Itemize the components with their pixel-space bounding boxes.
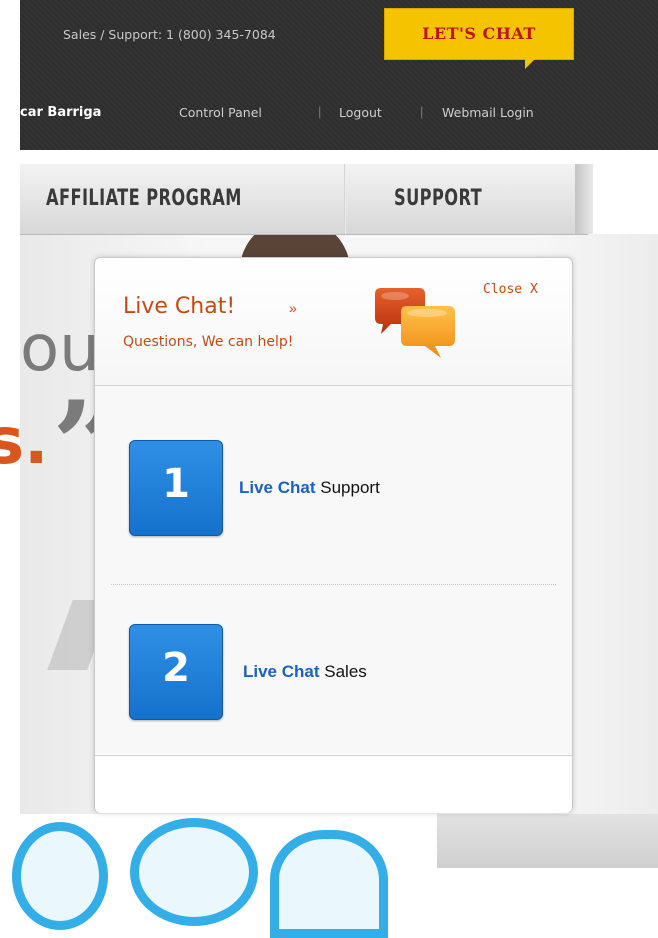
live-chat-support-option[interactable]: 1 Live Chat Support — [129, 440, 529, 536]
option-label-highlight: Live Chat — [243, 662, 320, 681]
nav-tab-affiliate-program[interactable]: AFFILIATE PROGRAM — [46, 186, 242, 211]
logo-cloud-icon — [270, 830, 388, 938]
popup-footer — [95, 755, 572, 813]
logout-link[interactable]: Logout — [339, 105, 382, 120]
option-label[interactable]: Live Chat Sales — [243, 662, 367, 682]
hero-headline-fragment-accent: s. — [0, 405, 49, 479]
title-arrow-icon: » — [289, 300, 297, 316]
main-nav: AFFILIATE PROGRAM SUPPORT — [20, 164, 588, 235]
lets-chat-button[interactable]: LET'S CHAT — [384, 8, 574, 69]
user-name: car Barriga — [20, 105, 102, 120]
page-edge — [0, 0, 20, 232]
link-separator: | — [420, 104, 424, 119]
phone-number-text: Sales / Support: 1 (800) 345-7084 — [63, 27, 276, 42]
option-number: 1 — [162, 461, 190, 507]
option-number-badge: 1 — [129, 440, 223, 536]
option-label-text: Sales — [324, 662, 367, 681]
chat-options-panel: 1 Live Chat Support 2 Live Chat Sales — [95, 386, 572, 754]
popup-title: Live Chat! — [123, 294, 236, 319]
chat-bubbles-icon — [371, 284, 461, 364]
nav-edge — [575, 164, 593, 234]
option-label[interactable]: Live Chat Support — [239, 478, 380, 498]
link-separator: | — [318, 104, 322, 119]
live-chat-sales-option[interactable]: 2 Live Chat Sales — [129, 624, 529, 720]
nav-tab-support[interactable]: SUPPORT — [394, 186, 482, 211]
popup-header: Live Chat! » Questions, We can help! Clo… — [95, 258, 572, 386]
lets-chat-label: LET'S CHAT — [422, 24, 536, 43]
popup-subtitle: Questions, We can help! — [123, 334, 294, 350]
option-divider — [111, 584, 556, 585]
chat-bubble-tail — [525, 59, 535, 69]
footer-gray-panel — [437, 814, 658, 868]
option-number: 2 — [162, 645, 190, 691]
nav-divider — [344, 164, 346, 234]
option-number-badge: 2 — [129, 624, 223, 720]
webmail-login-link[interactable]: Webmail Login — [442, 105, 534, 120]
live-chat-popup: Live Chat! » Questions, We can help! Clo… — [94, 257, 573, 813]
option-label-highlight: Live Chat — [239, 478, 316, 497]
logo-cloud-icon — [12, 822, 108, 930]
close-button[interactable]: Close X — [483, 282, 538, 297]
option-label-text: Support — [320, 478, 380, 497]
control-panel-link[interactable]: Control Panel — [179, 105, 262, 120]
logo-cloud-icon — [130, 818, 258, 926]
